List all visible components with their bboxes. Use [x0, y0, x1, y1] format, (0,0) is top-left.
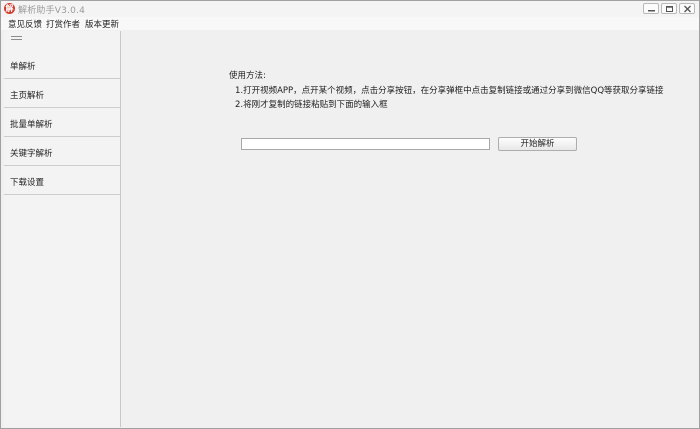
url-input[interactable]: [241, 138, 490, 150]
menu-donate[interactable]: 打赏作者: [46, 18, 80, 30]
menu-feedback[interactable]: 意见反馈: [8, 18, 42, 30]
minimize-icon: [648, 10, 655, 12]
sidebar-item-label: 批量单解析: [10, 120, 53, 130]
minimize-button[interactable]: [643, 3, 659, 14]
sidebar-item-label: 单解析: [10, 62, 36, 72]
sidebar: 单解析 主页解析 批量单解析 关键字解析 下载设置: [4, 31, 121, 427]
hamburger-menu-icon[interactable]: [11, 36, 22, 44]
sidebar-item-single-parse[interactable]: 单解析: [4, 50, 120, 79]
app-logo-icon: 解: [4, 3, 15, 14]
usage-title: 使用方法:: [229, 71, 266, 81]
title-bar[interactable]: 解 解析助手V3.0.4: [1, 1, 699, 18]
sidebar-item-label: 下载设置: [10, 178, 45, 188]
sidebar-item-homepage-parse[interactable]: 主页解析: [4, 79, 120, 108]
close-button[interactable]: [679, 3, 695, 14]
sidebar-item-label: 主页解析: [10, 91, 45, 101]
sidebar-item-label: 关键字解析: [10, 149, 53, 159]
main-panel: 使用方法: 1.打开视频APP，点开某个视频，点击分享按钮，在分享弹框中点击复制…: [121, 31, 699, 427]
sidebar-item-batch-parse[interactable]: 批量单解析: [4, 108, 120, 137]
maximize-button[interactable]: [661, 3, 677, 14]
sidebar-item-download-settings[interactable]: 下载设置: [4, 166, 120, 195]
sidebar-item-keyword-parse[interactable]: 关键字解析: [4, 137, 120, 166]
start-parse-button[interactable]: 开始解析: [498, 137, 577, 151]
app-window: 解 解析助手V3.0.4 意见反馈 打赏作者 版本更新 单解析 主页解析 批量单…: [0, 0, 700, 429]
usage-step-1: 1.打开视频APP，点开某个视频，点击分享按钮，在分享弹框中点击复制链接或通过分…: [235, 86, 664, 96]
close-icon: [684, 5, 691, 13]
maximize-icon: [666, 6, 673, 12]
window-title: 解析助手V3.0.4: [18, 6, 86, 16]
menu-update[interactable]: 版本更新: [85, 18, 119, 30]
usage-step-2: 2.将刚才复制的链接粘贴到下面的输入框: [235, 100, 388, 110]
menu-bar: 意见反馈 打赏作者 版本更新: [1, 17, 699, 30]
